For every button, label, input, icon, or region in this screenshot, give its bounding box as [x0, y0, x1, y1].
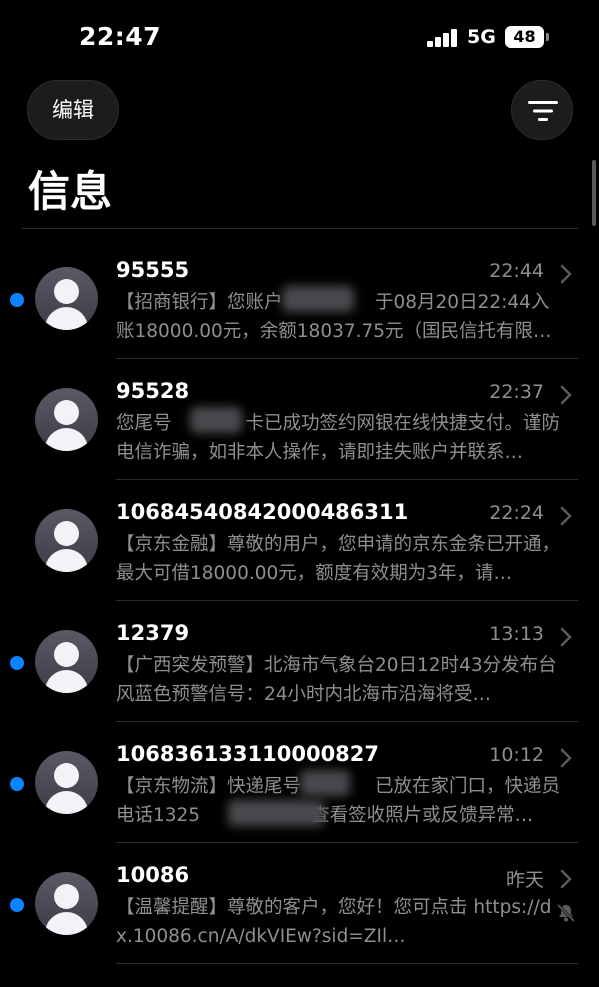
- conversation-row[interactable]: 10683613311000082​7 10:12 【京东物流】快递尾号 已放在…: [0, 722, 599, 843]
- unread-indicator: [10, 777, 24, 791]
- unread-indicator: [10, 898, 24, 912]
- chevron-right-icon: [560, 748, 572, 768]
- messages-screen: 22:47 5G 48 编辑 信息 95555 22:44 【招商银行】您账户 …: [0, 0, 599, 987]
- scroll-indicator[interactable]: [592, 160, 596, 226]
- filter-button[interactable]: [511, 80, 573, 140]
- avatar: [35, 751, 98, 814]
- divider: [22, 228, 578, 229]
- message-preview: 【温馨提醒】尊敬的客户，您好！您可点击 https://dx.10086.cn/…: [116, 897, 552, 947]
- message-time: 22:24: [489, 502, 544, 524]
- message-time: 22:44: [489, 260, 544, 282]
- sender-name: 10683613311000082​7: [116, 742, 380, 766]
- message-time: 13:13: [489, 623, 544, 645]
- redaction: [282, 286, 354, 312]
- chevron-right-icon: [560, 264, 572, 284]
- redaction: [228, 800, 324, 826]
- chevron-right-icon: [560, 627, 572, 647]
- avatar: [35, 388, 98, 451]
- avatar: [35, 872, 98, 935]
- message-preview: 【京东金融】尊敬的用户，您申请的京东金条已开通，最大可借18000.00元，额度…: [116, 534, 561, 584]
- message-preview: 您尾号 卡已成功签约网银在线快捷支付。谨防电信诈骗，如非本人操作，请即挂失账户并…: [116, 413, 561, 463]
- sender-name: 12379: [116, 621, 190, 645]
- message-time: 22:37: [489, 381, 544, 403]
- battery-icon: 48: [505, 26, 544, 48]
- signal-icon: [427, 28, 459, 47]
- chevron-right-icon: [560, 385, 572, 405]
- chevron-right-icon: [560, 869, 572, 889]
- conversation-row[interactable]: 95528 22:37 您尾号 卡已成功签约网银在线快捷支付。谨防电信诈骗，如非…: [0, 359, 599, 480]
- message-time: 10:12: [489, 744, 544, 766]
- conversation-row[interactable]: 1068454084200048631​1 22:24 【京东金融】尊敬的用户，…: [0, 480, 599, 601]
- page-title: 信息: [28, 167, 113, 216]
- redaction: [300, 770, 350, 796]
- avatar: [35, 267, 98, 330]
- conversation-list: 95555 22:44 【招商银行】您账户 于08月20日22:44入账1800…: [0, 238, 599, 964]
- unread-indicator: [10, 293, 24, 307]
- sender-name: 1068454084200048631​1: [116, 500, 409, 524]
- filter-icon: [528, 101, 558, 121]
- edit-button[interactable]: 编辑: [27, 80, 119, 140]
- sender-name: 95528: [116, 379, 190, 403]
- divider: [116, 963, 578, 964]
- chevron-right-icon: [560, 506, 572, 526]
- status-time: 22:47: [79, 22, 162, 51]
- avatar: [35, 630, 98, 693]
- message-time: 昨天: [505, 869, 544, 891]
- battery-tip: [546, 33, 549, 41]
- message-preview: 【广西突发预警】北海市气象台20日12时43分发布台风蓝色预警信号：24小时内北…: [116, 655, 557, 705]
- conversation-row[interactable]: 10086 昨天 【温馨提醒】尊敬的客户，您好！您可点击 https://dx.…: [0, 843, 599, 964]
- sender-name: 95555: [116, 258, 190, 282]
- conversation-row[interactable]: 12379 13:13 【广西突发预警】北海市气象台20日12时43分发布台风蓝…: [0, 601, 599, 722]
- unread-indicator: [10, 656, 24, 670]
- redaction: [190, 407, 242, 433]
- avatar: [35, 509, 98, 572]
- conversation-row[interactable]: 95555 22:44 【招商银行】您账户 于08月20日22:44入账1800…: [0, 238, 599, 359]
- sender-name: 10086: [116, 863, 190, 887]
- network-type: 5G: [467, 26, 496, 48]
